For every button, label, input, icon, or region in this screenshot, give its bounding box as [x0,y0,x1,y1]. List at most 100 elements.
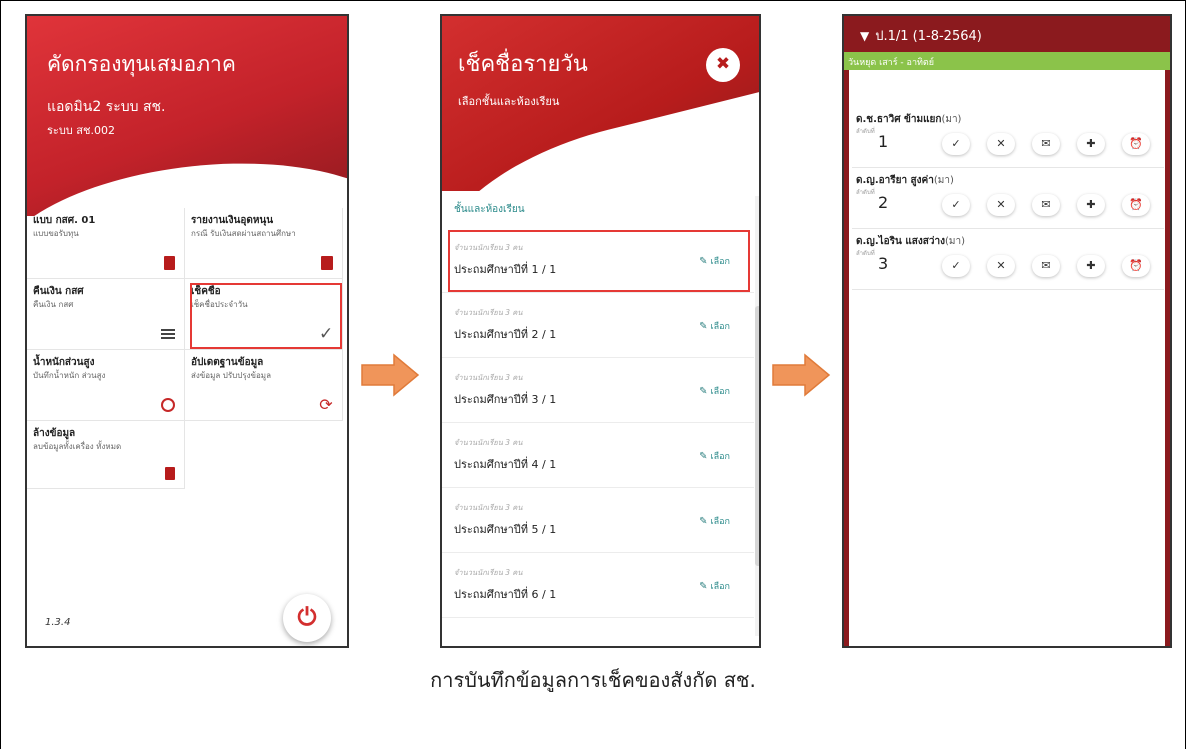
room-name: ประถมศึกษาปีที่ 6 / 1 [454,588,557,601]
sick-button[interactable]: ✚ [1077,255,1105,277]
room-name: ประถมศึกษาปีที่ 4 / 1 [454,458,557,471]
student-name: ด.ญ.อารียา สูงค่า(มา) [856,173,954,188]
pencil-icon: ✎ [699,451,708,462]
menu-tile-title: น้ำหนักส่วนสูง [33,357,95,368]
right-side-bar [1165,70,1170,646]
selected-room-highlight-box [448,230,750,292]
leave-button[interactable]: ✉ [1032,133,1060,155]
student-count: จำนวนนักเรียน 3 คน [454,308,523,317]
menu-tile-title: แบบ กสศ. 01 [33,215,96,226]
order-number: 3 [878,254,889,273]
student-status: (มา) [944,236,965,247]
sick-button[interactable]: ✚ [1077,194,1105,216]
class-header-label: ป.1/1 (1-8-2564) [875,29,982,44]
menu-tile-subtitle: กรณี รับเงินสดผ่านสถานศึกษา [191,229,296,238]
present-button[interactable]: ✓ [942,194,970,216]
menu-tile-title: ล้างข้อมูล [33,428,76,439]
menu-tile-form-01[interactable]: แบบ กสศ. 01 แบบขอรับทุน [27,208,185,279]
order-label: ลำดับที่ [856,189,875,196]
room-name: ประถมศึกษาปีที่ 5 / 1 [454,523,557,536]
sick-button[interactable]: ✚ [1077,133,1105,155]
menu-tile-title: รายงานเงินอุดหนุน [191,215,274,226]
holiday-text: วันหยุด เสาร์ - อาทิตย์ [848,58,935,68]
next-step-arrow [361,353,420,397]
menu-tile-weight-height[interactable]: น้ำหนักส่วนสูง บันทึกน้ำหนัก ส่วนสูง [27,350,185,421]
power-button[interactable]: ⏻ [283,594,331,642]
student-row: ด.ช.ธาวิศ ข้ามแยก(มา) ลำดับที่ 1 ✓ ✕ ✉ ✚… [852,108,1164,168]
class-header[interactable]: ▼ ป.1/1 (1-8-2564) [860,25,982,46]
clipboard-icon [321,256,333,270]
late-button[interactable]: ⏰ [1122,194,1150,216]
student-count: จำนวนนักเรียน 3 คน [454,568,523,577]
room-name: ประถมศึกษาปีที่ 3 / 1 [454,393,557,406]
select-label: เลือก [710,582,730,592]
select-button[interactable]: ✎ เลือก [699,319,730,333]
app-title: คัดกรองทุนเสมอภาค [47,52,236,76]
select-label: เลือก [710,452,730,462]
home-screen: คัดกรองทุนเสมอภาค แอดมิน2 ระบบ สช. ระบบ … [25,14,349,648]
attendance-screen: ▼ ป.1/1 (1-8-2564) วันหยุด เสาร์ - อาทิตย… [842,14,1172,648]
select-button[interactable]: ✎ เลือก [699,579,730,593]
student-count: จำนวนนักเรียน 3 คน [454,373,523,382]
figure-caption: การบันทึกข้อมูลการเช็คของสังกัด สช. [430,668,756,692]
daily-checkin-screen: เช็คชื่อรายวัน เลือกชั้นและห้องเรียน ✖ ช… [440,14,761,648]
present-button[interactable]: ✓ [942,255,970,277]
app-version: 1.3.4 [45,617,71,628]
student-name: ด.ช.ธาวิศ ข้ามแยก(มา) [856,112,961,127]
room-name: ประถมศึกษาปีที่ 2 / 1 [454,328,557,341]
attendance-highlight-box [190,283,342,349]
menu-tile-subtitle: แบบขอรับทุน [33,229,79,238]
absent-button[interactable]: ✕ [987,133,1015,155]
pencil-icon: ✎ [699,516,708,527]
student-row: ด.ญ.อารียา สูงค่า(มา) ลำดับที่ 2 ✓ ✕ ✉ ✚… [852,169,1164,229]
list-icon [161,329,175,341]
leave-button[interactable]: ✉ [1032,194,1060,216]
menu-tile-title: คืนเงิน กสศ [33,286,84,297]
pencil-icon: ✎ [699,321,708,332]
screen-subtitle: เลือกชั้นและห้องเรียน [458,95,560,108]
student-name-text: ด.ช.ธาวิศ ข้ามแยก [856,114,942,125]
select-label: เลือก [710,387,730,397]
frame-left-border [0,0,1,749]
student-count: จำนวนนักเรียน 3 คน [454,438,523,447]
pencil-icon: ✎ [699,386,708,397]
close-button[interactable]: ✖ [706,48,740,82]
student-name: ด.ญ.ไอริน แสงสว่าง(มา) [856,234,965,249]
room-row[interactable]: จำนวนนักเรียน 3 คน ประถมศึกษาปีที่ 4 / 1… [442,423,754,488]
select-button[interactable]: ✎ เลือก [699,514,730,528]
document-icon [164,256,175,270]
select-button[interactable]: ✎ เลือก [699,384,730,398]
room-row[interactable]: จำนวนนักเรียน 3 คน ประถมศึกษาปีที่ 3 / 1… [442,358,754,423]
late-button[interactable]: ⏰ [1122,133,1150,155]
order-label: ลำดับที่ [856,250,875,257]
scrollbar-thumb[interactable] [755,306,759,566]
room-row[interactable]: จำนวนนักเรียน 3 คน ประถมศึกษาปีที่ 5 / 1… [442,488,754,553]
menu-tile-subtitle: ส่งข้อมูล ปรับปรุงข้อมูล [191,371,271,380]
select-button[interactable]: ✎ เลือก [699,449,730,463]
user-name: แอดมิน2 ระบบ สช. [47,99,166,115]
present-button[interactable]: ✓ [942,133,970,155]
timer-icon [161,398,175,412]
absent-button[interactable]: ✕ [987,255,1015,277]
room-row[interactable]: จำนวนนักเรียน 3 คน ประถมศึกษาปีที่ 6 / 1… [442,553,754,618]
menu-tile-subtitle: บันทึกน้ำหนัก ส่วนสูง [33,371,106,380]
menu-tile-update-database[interactable]: อัปเดตฐานข้อมูล ส่งข้อมูล ปรับปรุงข้อมูล… [185,350,343,421]
room-row[interactable]: จำนวนนักเรียน 3 คน ประถมศึกษาปีที่ 2 / 1… [442,293,754,358]
trash-icon [165,467,175,480]
section-label: ชั้นและห้องเรียน [454,204,525,215]
menu-tile-refund[interactable]: คืนเงิน กสศ คืนเงิน กสศ [27,279,185,350]
select-label: เลือก [710,322,730,332]
late-button[interactable]: ⏰ [1122,255,1150,277]
student-status: (มา) [933,175,954,186]
menu-tile-subsidy-report[interactable]: รายงานเงินอุดหนุน กรณี รับเงินสดผ่านสถาน… [185,208,343,279]
screen-title: เช็คชื่อรายวัน [458,52,588,77]
menu-tile-clear-data[interactable]: ล้างข้อมูล ลบข้อมูลทั้งเครื่อง ทั้งหมด [27,421,185,489]
menu-tile-subtitle: คืนเงิน กสศ [33,300,74,309]
order-number: 2 [878,193,889,212]
student-row: ด.ญ.ไอริน แสงสว่าง(มา) ลำดับที่ 3 ✓ ✕ ✉ … [852,230,1164,290]
absent-button[interactable]: ✕ [987,194,1015,216]
next-step-arrow [772,353,831,397]
leave-button[interactable]: ✉ [1032,255,1060,277]
menu-tile-subtitle: ลบข้อมูลทั้งเครื่อง ทั้งหมด [33,442,122,451]
select-label: เลือก [710,517,730,527]
